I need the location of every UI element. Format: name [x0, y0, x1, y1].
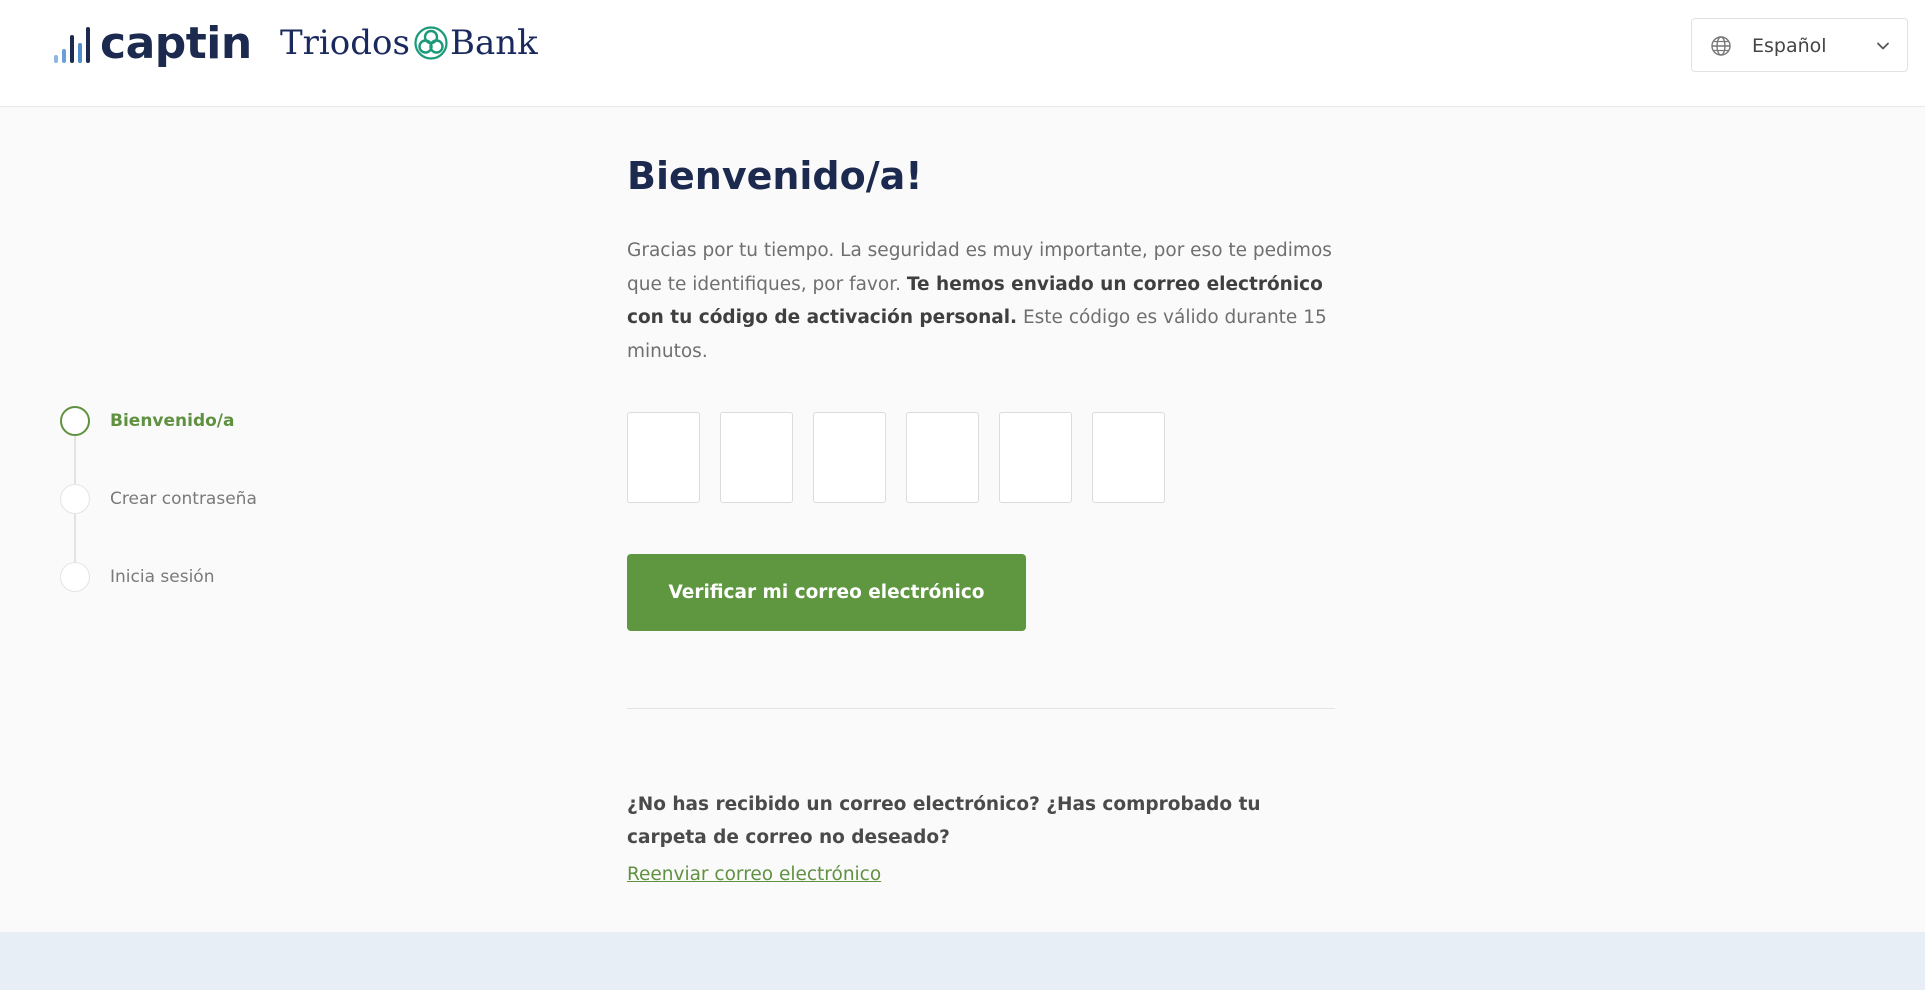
step-inicia-sesion: Inicia sesión [60, 562, 214, 592]
captin-wordmark: captin [100, 18, 252, 69]
intro-text: Gracias por tu tiempo. La seguridad es m… [627, 234, 1337, 368]
verify-email-button[interactable]: Verificar mi correo electrónico [627, 554, 1026, 631]
language-select[interactable]: Español [1691, 18, 1908, 72]
step-label: Bienvenido/a [110, 411, 235, 431]
captin-logo[interactable]: captin [54, 22, 252, 66]
progress-stepper: Bienvenido/a Crear contraseña Inicia ses… [60, 406, 360, 596]
triodos-wordmark: Triodos [280, 23, 410, 63]
triodos-bank-logo[interactable]: Triodos Bank [280, 22, 538, 64]
stepper-connector [74, 436, 76, 484]
step-indicator-active [60, 406, 90, 436]
step-bienvenido: Bienvenido/a [60, 406, 235, 436]
step-label: Inicia sesión [110, 567, 215, 587]
language-selected-label: Español [1752, 35, 1827, 57]
step-crear-contrasena: Crear contraseña [60, 484, 257, 514]
code-digit-4[interactable] [906, 412, 979, 503]
step-label: Crear contraseña [110, 489, 257, 509]
code-digit-1[interactable] [627, 412, 700, 503]
code-digit-6[interactable] [1092, 412, 1165, 503]
chevron-down-icon [1877, 42, 1889, 50]
top-header: captin Triodos Bank Español [0, 0, 1925, 107]
stepper-connector [74, 514, 76, 562]
page-title: Bienvenido/a! [627, 154, 923, 198]
captin-bars-icon [54, 23, 90, 66]
globe-icon [1711, 36, 1731, 56]
activation-code-inputs [627, 412, 1165, 503]
resend-email-link[interactable]: Reenviar correo electrónico [627, 862, 881, 888]
code-digit-5[interactable] [999, 412, 1072, 503]
footer-band [0, 932, 1925, 990]
code-digit-3[interactable] [813, 412, 886, 503]
code-digit-2[interactable] [720, 412, 793, 503]
triodos-emblem-icon [414, 26, 448, 60]
bank-wordmark: Bank [449, 23, 538, 63]
step-indicator [60, 484, 90, 514]
section-divider [627, 708, 1335, 709]
step-indicator [60, 562, 90, 592]
no-email-question: ¿No has recibido un correo electrónico? … [627, 794, 1261, 848]
